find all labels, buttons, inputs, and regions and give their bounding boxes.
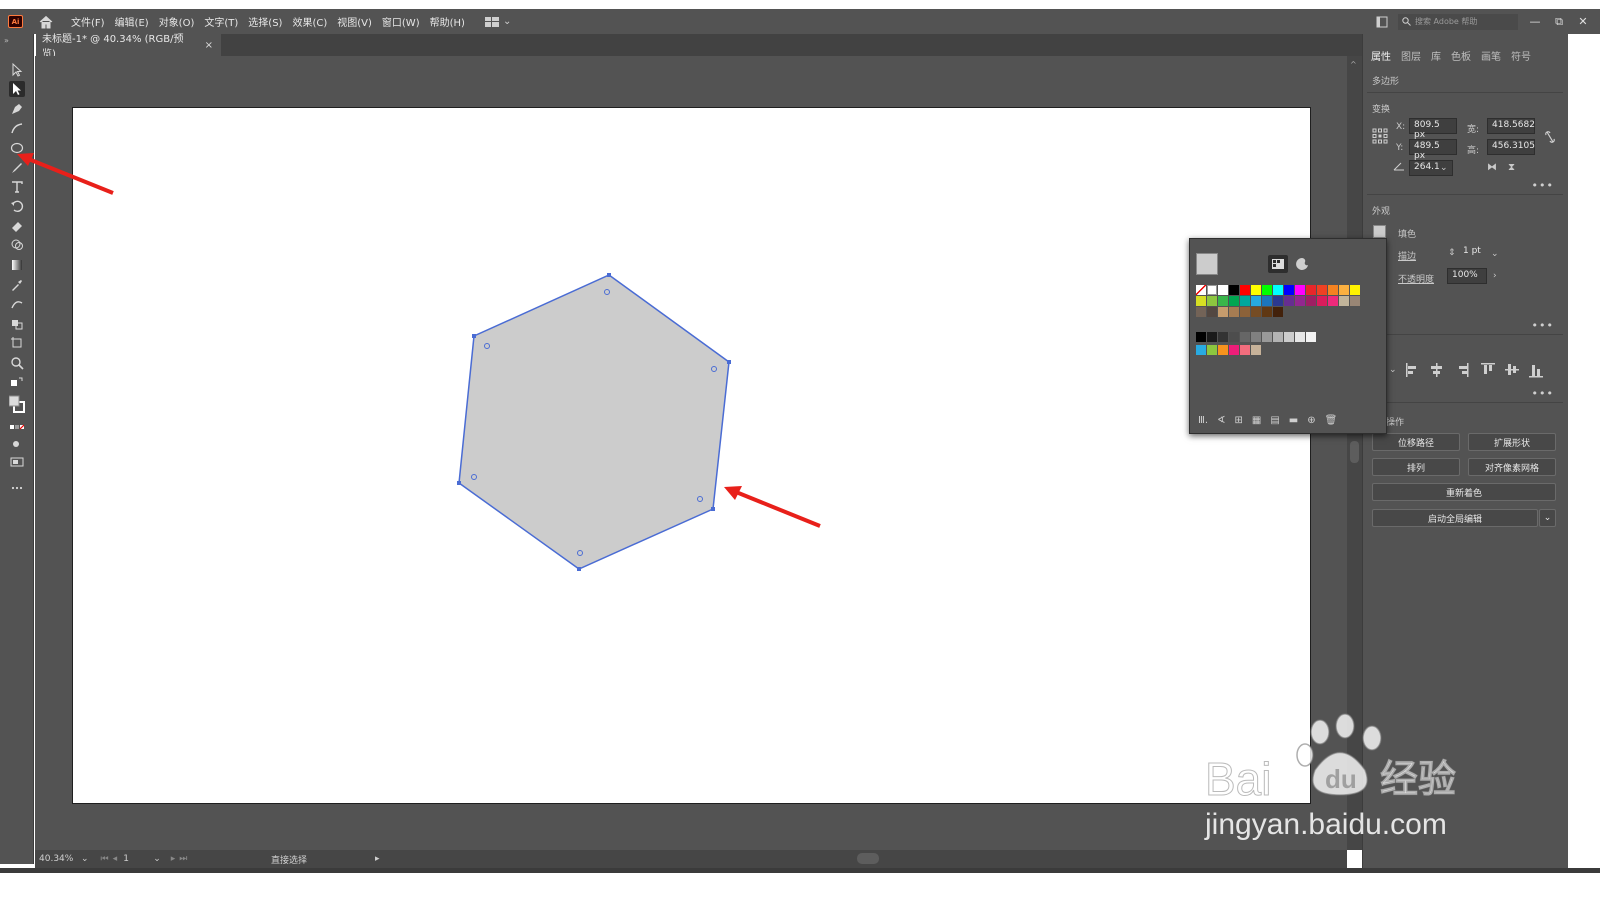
arrow-line-to-polygon-tool [25, 156, 114, 195]
arrow-line-to-shape [735, 490, 821, 528]
svg-text:du: du [1325, 764, 1357, 794]
svg-text:Bai: Bai [1205, 753, 1271, 805]
baidu-paw-logo: Bai 经验 du [1205, 713, 1457, 806]
svg-text:经验: 经验 [1380, 757, 1456, 801]
watermark-url: jingyan.baidu.com [1205, 808, 1447, 841]
baidu-watermark: Bai 经验 du jingyan.baidu.com [1200, 710, 1500, 850]
